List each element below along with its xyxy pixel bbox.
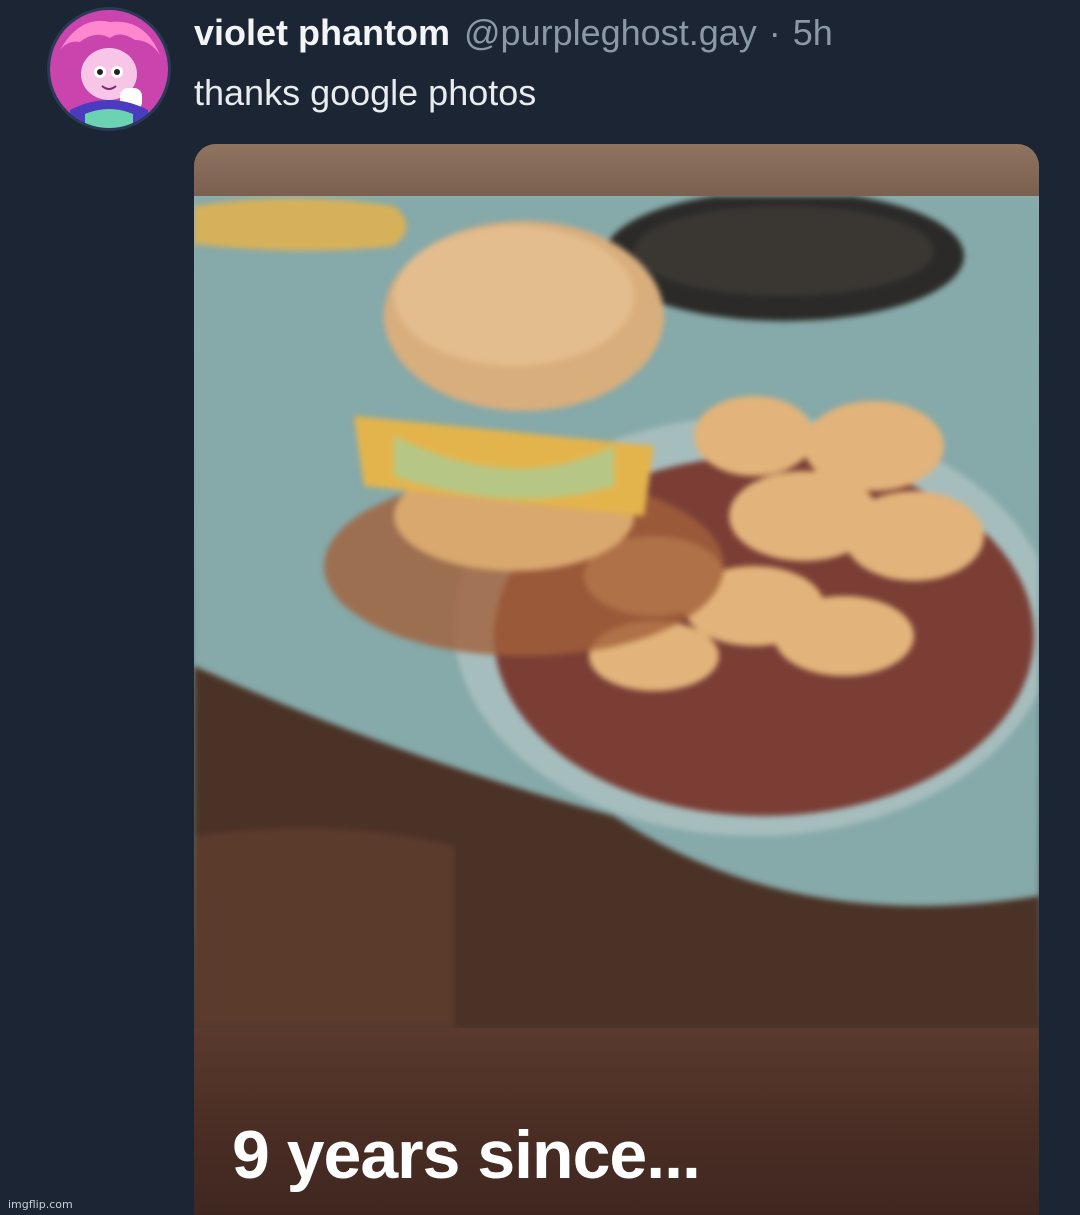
post-text: thanks google photos: [194, 72, 537, 113]
burger-photo[interactable]: [194, 196, 1039, 1028]
post-header: violet phantom @purpleghost.gay · 5h: [194, 12, 833, 56]
post-timestamp[interactable]: 5h: [793, 12, 833, 54]
avatar[interactable]: [50, 10, 168, 128]
imgflip-watermark: imgflip.com: [8, 1198, 73, 1211]
photo-illustration: [194, 196, 1039, 1028]
separator-dot: ·: [768, 12, 781, 53]
memory-caption: 9 years since...: [232, 1117, 701, 1193]
media-top-band: [194, 144, 1039, 196]
user-handle[interactable]: @purpleghost.gay: [464, 12, 757, 54]
post: violet phantom @purpleghost.gay · 5h tha…: [0, 0, 1080, 1215]
avatar-image: [50, 10, 168, 128]
display-name[interactable]: violet phantom: [194, 12, 450, 54]
post-media[interactable]: [194, 144, 1039, 1215]
